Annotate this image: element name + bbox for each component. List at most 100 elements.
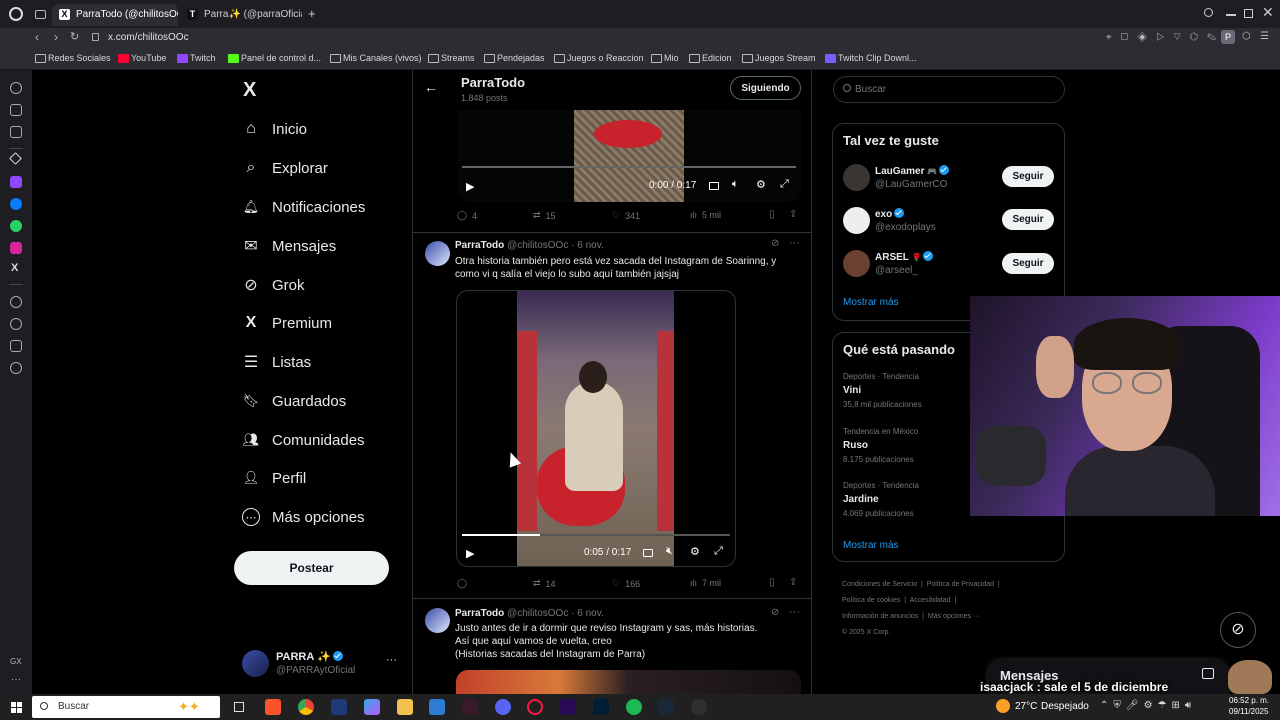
footer-link[interactable]: Política de Privacidad	[927, 581, 994, 588]
fullscreen-icon[interactable]: ⤢	[714, 545, 723, 558]
grok-floating-button[interactable]: ⊘	[1220, 612, 1256, 648]
nav-mas-opciones[interactable]: ⋯ Más opciones	[242, 504, 365, 530]
mute-icon[interactable]: 🔇︎	[666, 545, 673, 558]
opera-logo-icon[interactable]	[9, 7, 23, 21]
post-avatar[interactable]	[425, 608, 450, 633]
photoshop-app-icon[interactable]	[593, 699, 609, 715]
video-player[interactable]: ▶ 0:00 / 0:17 🔈︎ ⚙ ⤢	[457, 110, 801, 202]
copilot-app-icon[interactable]	[364, 699, 380, 715]
premiere-app-icon[interactable]	[560, 699, 576, 715]
new-message-icon[interactable]	[1202, 668, 1214, 679]
more-icon[interactable]: ···	[11, 674, 21, 685]
extensions-icon[interactable]: ⬡	[1242, 31, 1251, 42]
views-action[interactable]: ılı 5 mil	[690, 210, 721, 220]
bookmark-twitch-clip-downloader[interactable]: Twitch Clip Downl...	[825, 53, 917, 63]
avatar[interactable]	[843, 207, 870, 234]
player-control-icon[interactable]	[10, 296, 22, 308]
back-arrow-icon[interactable]: ←	[424, 79, 438, 95]
clock-date[interactable]: 09/11/2025	[1229, 707, 1268, 716]
aria-icon[interactable]	[10, 82, 22, 94]
follow-button[interactable]: Seguir	[1002, 166, 1054, 187]
back-icon[interactable]: ‹	[35, 30, 39, 44]
x-logo[interactable]: X	[243, 79, 256, 102]
footer-link[interactable]: Información de anuncios	[842, 613, 918, 620]
opera-gx-app-icon[interactable]	[527, 699, 543, 715]
bookmark-folder[interactable]: Juegos o Reaccion	[554, 53, 644, 63]
bookmark-folder[interactable]: Pendejadas	[484, 53, 545, 63]
repost-action[interactable]: ⇄ 14	[533, 578, 556, 589]
brave-app-icon[interactable]	[265, 699, 281, 715]
task-view-icon[interactable]	[234, 702, 244, 712]
nav-grok[interactable]: ⊘ Grok	[242, 272, 304, 298]
vegas-app-icon[interactable]	[331, 699, 347, 715]
footer-link[interactable]: Accesibilidad	[910, 597, 951, 604]
tab-parra-oficial[interactable]: T Parra✨ (@parraOficial)	[180, 4, 302, 26]
store-app-icon[interactable]	[429, 699, 445, 715]
spotify-app-icon[interactable]	[626, 699, 642, 715]
close-icon[interactable]: ✕	[1262, 4, 1274, 21]
reload-icon[interactable]: ↻	[70, 30, 79, 43]
video-progress-track[interactable]	[462, 534, 730, 536]
suggestion-name-row[interactable]: exo	[875, 208, 905, 220]
repost-action[interactable]: ⇄ 15	[533, 210, 556, 221]
arc-icon[interactable]	[9, 152, 22, 165]
bookmark-action[interactable]: ▯	[769, 209, 775, 220]
messenger-icon[interactable]	[10, 198, 22, 210]
grok-post-icon[interactable]: ⊘	[771, 238, 779, 249]
like-action[interactable]: ♡ 341	[612, 210, 640, 221]
post-button[interactable]: Postear	[234, 551, 389, 585]
nav-explorar[interactable]: ⌕ Explorar	[242, 155, 328, 181]
whatsapp-icon[interactable]	[10, 220, 22, 232]
extension-icons[interactable]: ⌖▢◈▷♡⌬✎	[1106, 32, 1225, 43]
bookmark-folder[interactable]: Edicion	[689, 53, 732, 63]
twitch-icon[interactable]	[10, 176, 22, 188]
search-tabs-icon[interactable]	[1204, 8, 1213, 17]
discord-app-icon[interactable]	[495, 699, 511, 715]
bookmark-youtube[interactable]: YouTube	[118, 53, 166, 63]
footer-link[interactable]: Política de cookies	[842, 597, 900, 604]
new-tab-button[interactable]: +	[308, 6, 316, 21]
following-button[interactable]: Siguiendo	[730, 76, 801, 100]
file-explorer-app-icon[interactable]	[397, 699, 413, 715]
post-date[interactable]: · 6 nov.	[571, 608, 604, 619]
tab-strip-icon[interactable]	[35, 10, 46, 19]
bookmark-action[interactable]: ▯	[769, 577, 775, 588]
taskbar-search[interactable]: Buscar ✦✦	[32, 696, 220, 718]
url-field[interactable]: x.com/chilitosOOc	[108, 32, 189, 43]
footer-link[interactable]: Condiciones de Servicio	[842, 581, 917, 588]
video-player[interactable]: ▶ 0:05 / 0:17 🔇︎ ⚙ ⤢	[456, 290, 736, 567]
trend-item[interactable]: Tendencia en México Ruso 8.175 publicaci…	[843, 427, 968, 471]
post-avatar[interactable]	[425, 241, 450, 266]
obs-app-icon[interactable]	[691, 699, 707, 715]
nav-premium[interactable]: X Premium	[242, 310, 332, 336]
trend-item[interactable]: Deportes · Tendencia Vini 35,8 mil publi…	[843, 372, 968, 416]
post-author[interactable]: ParraTodo	[455, 240, 504, 251]
nav-perfil[interactable]: 👤︎ Perfil	[242, 465, 306, 491]
windows-start-icon[interactable]	[11, 702, 22, 713]
post-more-icon[interactable]: ···	[789, 606, 800, 618]
trends-show-more-link[interactable]: Mostrar más	[843, 540, 899, 551]
share-action[interactable]: ⇪	[789, 577, 797, 588]
account-menu-icon[interactable]: ···	[386, 654, 397, 666]
avatar[interactable]	[843, 250, 870, 277]
suggestion-name-row[interactable]: ARSEL 🌹	[875, 251, 934, 263]
instagram-icon[interactable]	[10, 242, 22, 254]
show-more-link[interactable]: Mostrar más	[843, 297, 899, 308]
player-icon[interactable]	[10, 104, 22, 116]
x-sidebar-icon[interactable]: X	[11, 262, 18, 274]
nav-notificaciones[interactable]: 🔔︎ Notificaciones	[242, 194, 366, 220]
share-action[interactable]: ⇪	[789, 209, 797, 220]
bookmark-folder[interactable]: Redes Sociales	[35, 53, 111, 63]
video-progress-track[interactable]	[462, 166, 796, 168]
trend-item[interactable]: Deportes · Tendencia Jardine 4.069 publi…	[843, 481, 968, 525]
bookmark-folder[interactable]: Mis Canales (vivos)	[330, 53, 422, 63]
ai-icon[interactable]	[10, 126, 22, 138]
restore-icon[interactable]	[1244, 9, 1253, 18]
app-icon[interactable]	[462, 699, 478, 715]
settings-gear-icon[interactable]: ⚙	[756, 178, 766, 191]
follow-button[interactable]: Seguir	[1002, 209, 1054, 230]
follow-button[interactable]: Seguir	[1002, 253, 1054, 274]
bookmark-folder[interactable]: Mio	[651, 53, 679, 63]
profile-avatar[interactable]: P	[1221, 30, 1235, 44]
avatar[interactable]	[843, 164, 870, 191]
